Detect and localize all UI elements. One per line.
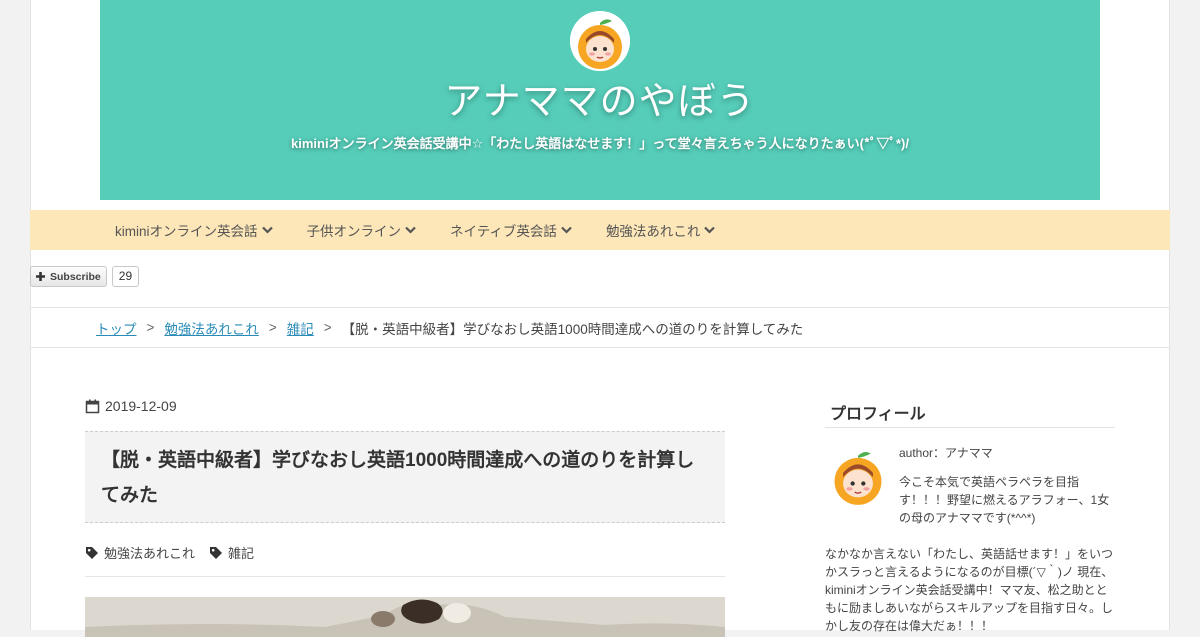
nav-item-native-english[interactable]: ネイティブ英会話 [450,220,572,240]
sidebar-title-rule [825,427,1115,428]
site-header: アナママのやぼう kiminiオンライン英会話受講中☆「わたし英語はなせます！」… [100,0,1100,200]
nav-item-label: ネイティブ英会話 [450,224,557,239]
post-tags: 勉強法あれこれ 雑記 [85,543,268,562]
main-nav: kiminiオンライン英会話 子供オンライン ネイティブ英会話 勉強法あれこれ [30,210,1170,250]
subscribe-widget: Subscribe 29 [30,266,140,287]
breadcrumb-link-misc[interactable]: 雑記 [287,318,314,338]
subscribe-label: Subscribe [50,270,101,283]
breadcrumb-separator: > [146,320,155,335]
nav-item-label: 勉強法あれこれ [605,224,701,239]
nav-item-label: kiminiオンライン英会話 [115,224,258,239]
subscribe-button[interactable]: Subscribe [30,266,107,287]
chevron-down-icon [561,226,572,234]
breadcrumb-link-study-methods[interactable]: 勉強法あれこれ [164,318,259,338]
subscribe-count: 29 [111,266,140,287]
nav-item-kids-online[interactable]: 子供オンライン [307,220,417,240]
site-description: kiminiオンライン英会話受講中☆「わたし英語はなせます！」って堂々言えちゃう… [291,136,909,151]
breadcrumb-current: 【脱・英語中級者】学びなおし英語1000時間達成への道のりを計算してみた [341,321,804,337]
breadcrumb-link-top[interactable]: トップ [96,318,137,338]
post-eyecatch-image [85,597,725,637]
post-date: 2019-12-09 [85,398,177,414]
chevron-down-icon [261,226,273,234]
calendar-icon [85,399,100,413]
sidebar-profile-title: プロフィール [830,406,926,423]
tag-study-methods[interactable]: 勉強法あれこれ [85,543,195,562]
plus-icon [36,272,45,281]
profile-body: なかなか言えない「わたし、英語話せます！」をいつかスラっと言えるようになるのが目… [825,547,1114,633]
chevron-down-icon [704,226,716,234]
nav-item-study-methods[interactable]: 勉強法あれこれ [606,220,716,240]
breadcrumb: トップ > 勉強法あれこれ > 雑記 > 【脱・英語中級者】学びなおし英語100… [30,307,1170,348]
tag-label: 雑記 [228,546,255,561]
profile-avatar [826,443,890,507]
post-date-text: 2019-12-09 [105,398,177,414]
site-title[interactable]: アナママのやぼう [100,70,1100,125]
post-title-box: 【脱・英語中級者】学びなおし英語1000時間達成への道のりを計算してみた [85,431,725,523]
post-title: 【脱・英語中級者】学びなおし英語1000時間達成への道のりを計算してみた [101,450,695,506]
profile-intro: 今こそ本気で英語ペラペラを目指す！！！野望に燃えるアラフォー、1女の母のアナママ… [899,475,1110,525]
site-logo-avatar[interactable] [570,11,630,71]
breadcrumb-separator: > [323,320,332,335]
tag-misc[interactable]: 雑記 [209,543,254,562]
profile-author: author：アナママ [899,446,993,460]
breadcrumb-separator: > [268,320,277,335]
nav-item-kimini[interactable]: kiminiオンライン英会話 [115,220,273,240]
tag-icon [210,546,223,559]
chevron-down-icon [405,226,416,234]
nav-item-label: 子供オンライン [306,224,402,239]
tag-label: 勉強法あれこれ [104,546,196,561]
tag-icon [86,546,98,559]
post-divider [85,576,725,577]
